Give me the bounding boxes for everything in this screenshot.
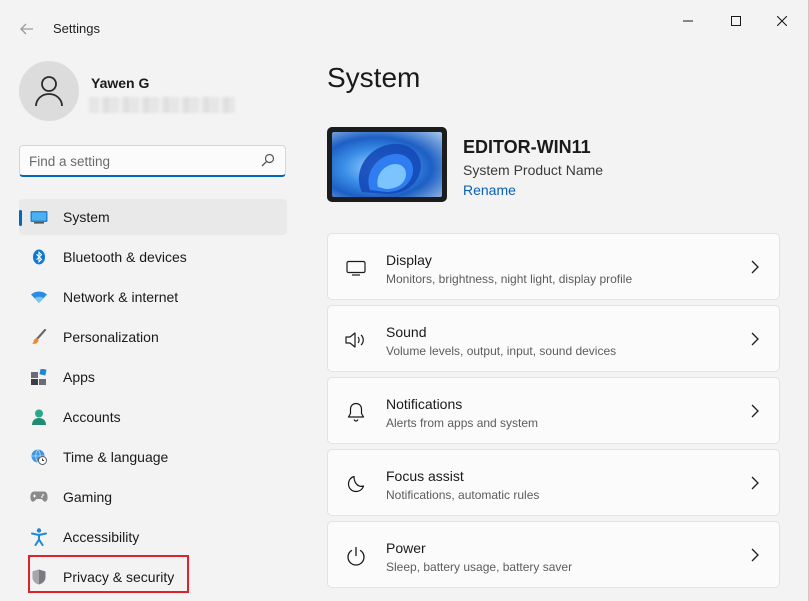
- minimize-button[interactable]: [666, 10, 710, 32]
- sidebar-item-label: Gaming: [63, 489, 113, 505]
- card-subtitle: Notifications, automatic rules: [386, 488, 540, 502]
- card-subtitle: Monitors, brightness, night light, displ…: [386, 272, 633, 286]
- card-title: Sound: [386, 324, 427, 340]
- back-button[interactable]: [14, 16, 40, 42]
- sidebar-item-label: Accessibility: [63, 529, 140, 545]
- sidebar-item-accounts[interactable]: Accounts: [19, 399, 287, 435]
- settings-card-power[interactable]: Power Sleep, battery usage, battery save…: [327, 521, 780, 588]
- bluetooth-icon: [30, 248, 48, 266]
- apps-icon: [30, 368, 48, 386]
- sidebar-item-label: Apps: [63, 369, 95, 385]
- avatar[interactable]: [19, 61, 79, 121]
- monitor-icon: [30, 208, 48, 226]
- back-arrow-icon: [20, 23, 33, 35]
- settings-window: Settings Yawen G System: [0, 0, 809, 601]
- accessibility-icon: [30, 528, 48, 546]
- person-icon: [30, 408, 48, 426]
- bell-icon: [345, 401, 367, 423]
- chevron-right-icon: [751, 332, 759, 346]
- sidebar-item-accessibility[interactable]: Accessibility: [19, 519, 287, 555]
- card-title: Display: [386, 252, 432, 268]
- wallpaper-image: [332, 132, 442, 197]
- close-button[interactable]: [760, 10, 804, 32]
- card-subtitle: Volume levels, output, input, sound devi…: [386, 344, 617, 358]
- globe-clock-icon: [30, 448, 48, 466]
- highlight-box: [28, 555, 189, 593]
- sidebar-item-apps[interactable]: Apps: [19, 359, 287, 395]
- card-subtitle: Alerts from apps and system: [386, 416, 539, 430]
- sidebar-item-time-language[interactable]: Time & language: [19, 439, 287, 475]
- maximize-icon: [731, 16, 741, 26]
- rename-link[interactable]: Rename: [463, 182, 516, 198]
- device-wallpaper-thumbnail: [327, 127, 447, 202]
- settings-card-sound[interactable]: Sound Volume levels, output, input, soun…: [327, 305, 780, 372]
- sidebar-item-gaming[interactable]: Gaming: [19, 479, 287, 515]
- person-icon: [35, 76, 63, 107]
- card-title: Power: [386, 540, 426, 556]
- settings-card-notifications[interactable]: Notifications Alerts from apps and syste…: [327, 377, 780, 444]
- user-email-redacted: [89, 97, 235, 113]
- chevron-right-icon: [751, 260, 759, 274]
- search-input[interactable]: [29, 152, 249, 170]
- device-name: EDITOR-WIN11: [463, 137, 591, 157]
- brush-icon: [30, 328, 48, 346]
- title-bar: Settings: [0, 0, 808, 48]
- search-icon: [261, 153, 275, 167]
- wifi-icon: [30, 288, 48, 306]
- device-model: System Product Name: [463, 162, 604, 178]
- sidebar-item-label: Network & internet: [63, 289, 179, 305]
- sidebar-item-bluetooth[interactable]: Bluetooth & devices: [19, 239, 287, 275]
- settings-card-display[interactable]: Display Monitors, brightness, night ligh…: [327, 233, 780, 300]
- minimize-icon: [683, 20, 693, 22]
- chevron-right-icon: [751, 548, 759, 562]
- power-icon: [345, 545, 367, 567]
- card-subtitle: Sleep, battery usage, battery saver: [386, 560, 573, 574]
- user-name: Yawen G: [91, 75, 150, 91]
- maximize-button[interactable]: [714, 10, 758, 32]
- app-title: Settings: [53, 21, 100, 36]
- sidebar-item-label: Time & language: [63, 449, 169, 465]
- sidebar-item-label: Personalization: [63, 329, 159, 345]
- search-box[interactable]: [19, 145, 286, 177]
- sidebar-item-label: System: [63, 209, 110, 225]
- gamepad-icon: [30, 488, 48, 506]
- sidebar-item-network[interactable]: Network & internet: [19, 279, 287, 315]
- active-indicator: [19, 210, 22, 226]
- moon-icon: [345, 473, 367, 495]
- card-title: Notifications: [386, 396, 463, 412]
- page-title: System: [327, 62, 421, 93]
- close-icon: [777, 16, 787, 26]
- sidebar-item-personalization[interactable]: Personalization: [19, 319, 287, 355]
- sidebar-item-label: Bluetooth & devices: [63, 249, 187, 265]
- card-title: Focus assist: [386, 468, 464, 484]
- display-icon: [345, 257, 367, 279]
- settings-card-focus-assist[interactable]: Focus assist Notifications, automatic ru…: [327, 449, 780, 516]
- chevron-right-icon: [751, 404, 759, 418]
- chevron-right-icon: [751, 476, 759, 490]
- sidebar-item-label: Accounts: [63, 409, 121, 425]
- sidebar-item-system[interactable]: System: [19, 199, 287, 235]
- speaker-icon: [345, 329, 367, 351]
